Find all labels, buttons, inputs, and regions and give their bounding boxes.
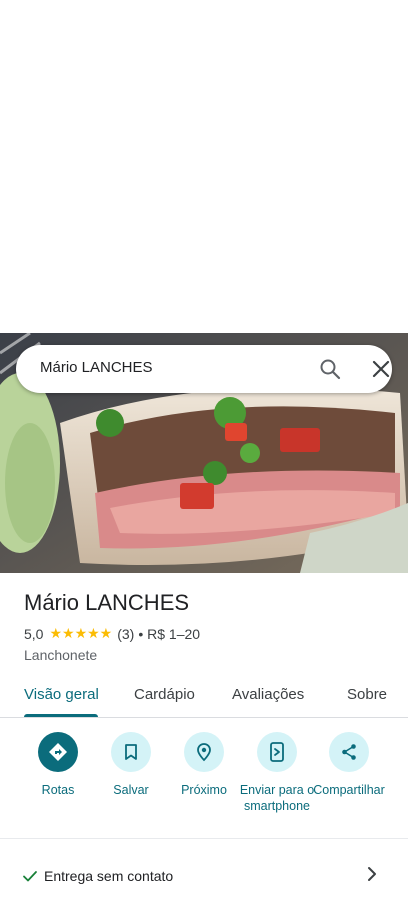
directions-circle (38, 732, 78, 772)
rating-value: 5,0 (24, 625, 44, 642)
send-to-phone-button[interactable]: Enviar para o smartphone (237, 732, 317, 814)
search-input[interactable]: Mário LANCHES (40, 359, 153, 376)
star-rating-icon: ★★★★★ (49, 625, 113, 641)
save-circle (111, 732, 151, 772)
tab-about[interactable]: Sobre (347, 686, 387, 703)
delivery-label: Entrega sem contato (44, 868, 174, 884)
share-label: Compartilhar (313, 783, 385, 797)
nearby-button[interactable]: Próximo (164, 732, 244, 798)
place-title: Mário LANCHES (24, 590, 190, 615)
nearby-icon (197, 743, 211, 762)
place-category[interactable]: Lanchonete (24, 647, 97, 663)
save-label: Salvar (113, 783, 149, 797)
check-icon (22, 868, 38, 884)
directions-label: Rotas (41, 783, 75, 797)
tab-overview[interactable]: Visão geral (24, 686, 99, 703)
action-buttons: Rotas Salvar Próximo Enviar para o smart… (0, 732, 408, 832)
tab-reviews[interactable]: Avaliações (232, 686, 304, 703)
tab-bar: Visão geral Cardápio Avaliações Sobre (0, 676, 408, 718)
share-button[interactable]: Compartilhar (309, 732, 389, 798)
search-icon[interactable] (318, 357, 342, 381)
directions-button[interactable]: Rotas (18, 732, 98, 798)
delivery-option-row[interactable]: Entrega sem contato (0, 858, 408, 894)
share-icon (342, 744, 356, 760)
directions-icon (49, 743, 67, 761)
send-to-phone-label: Enviar para o smartphone (239, 783, 315, 813)
search-bar[interactable]: Mário LANCHES (16, 345, 392, 393)
bookmark-icon (125, 744, 137, 760)
map-area (0, 0, 408, 333)
nearby-label: Próximo (181, 783, 227, 797)
price-range: • R$ 1–20 (138, 625, 201, 642)
review-count[interactable]: (3) (117, 626, 134, 642)
close-icon[interactable] (369, 357, 393, 381)
nearby-circle (184, 732, 224, 772)
share-circle (329, 732, 369, 772)
rating-row[interactable]: 5,0 ★★★★★ (3) • R$ 1–20 (24, 625, 200, 642)
save-button[interactable]: Salvar (91, 732, 171, 798)
send-to-phone-icon (270, 742, 284, 762)
active-tab-indicator (24, 714, 98, 717)
section-divider (0, 838, 408, 839)
tab-menu[interactable]: Cardápio (134, 686, 195, 703)
chevron-right-icon[interactable] (362, 864, 382, 884)
send-to-phone-circle (257, 732, 297, 772)
